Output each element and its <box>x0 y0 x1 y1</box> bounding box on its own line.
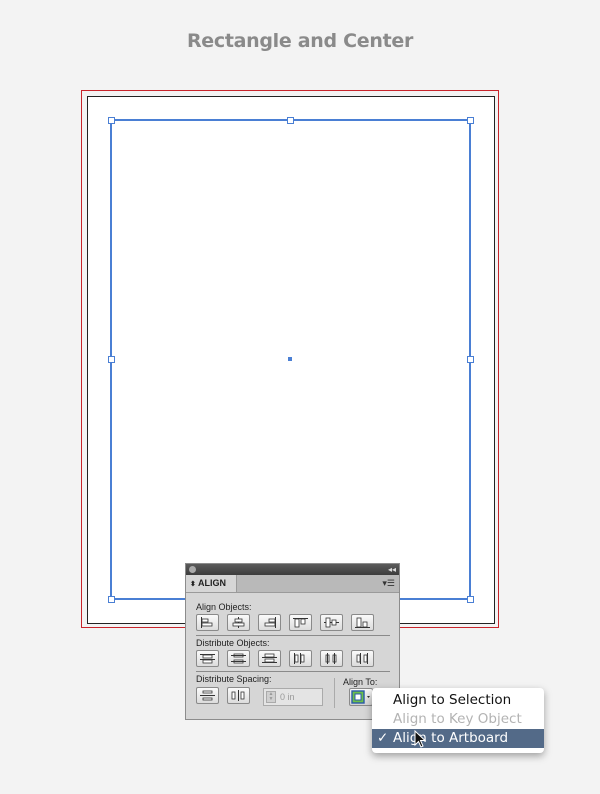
vertical-align-bottom-button[interactable] <box>351 614 374 631</box>
tab-arrows-icon: ⬍ <box>190 581 196 588</box>
vertical-distribute-bottom-icon <box>262 653 277 663</box>
vertical-distribute-space-icon <box>200 690 215 701</box>
menu-item-align-to-artboard[interactable]: ✓ Align to Artboard <box>372 729 544 748</box>
vertical-align-top-icon <box>293 618 308 628</box>
horizontal-distribute-space-icon <box>231 690 245 701</box>
resize-handle-top-center[interactable] <box>287 117 294 124</box>
horizontal-distribute-right-button[interactable] <box>351 650 374 667</box>
panel-menu-icon[interactable]: ▾☰ <box>382 579 395 588</box>
menu-item-label: Align to Artboard <box>393 730 509 746</box>
resize-handle-middle-left[interactable] <box>108 356 115 363</box>
horizontal-distribute-right-icon <box>356 653 368 664</box>
resize-handle-bottom-left[interactable] <box>108 596 115 603</box>
horizontal-distribute-left-button[interactable] <box>289 650 312 667</box>
menu-item-label: Align to Key Object <box>393 711 522 727</box>
collapse-icon[interactable]: ◂◂ <box>388 564 396 575</box>
distribute-objects-row <box>196 650 374 667</box>
vertical-align-center-button[interactable] <box>320 614 343 631</box>
resize-handle-bottom-right[interactable] <box>467 596 474 603</box>
stepper-arrows-icon[interactable]: ▲ ▼ <box>266 691 276 703</box>
vertical-distribute-center-icon <box>231 653 246 664</box>
horizontal-align-left-icon <box>201 617 213 628</box>
align-to-artboard-button[interactable] <box>349 688 373 706</box>
panel-tab-strip: ⬍ ALIGN ▾☰ <box>186 575 399 593</box>
divider <box>196 635 390 636</box>
spacing-value: 0 in <box>280 692 295 702</box>
panel-titlebar[interactable]: ◂◂ <box>186 564 399 575</box>
horizontal-align-left-button[interactable] <box>196 614 219 631</box>
center-point <box>288 357 292 361</box>
horizontal-distribute-center-icon <box>325 653 337 664</box>
close-icon[interactable] <box>189 566 196 573</box>
vertical-align-center-icon <box>324 617 339 628</box>
align-objects-row <box>196 614 374 631</box>
resize-handle-top-left[interactable] <box>108 117 115 124</box>
distribute-objects-label: Distribute Objects: <box>196 638 270 648</box>
horizontal-distribute-center-button[interactable] <box>320 650 343 667</box>
vertical-divider <box>334 678 335 708</box>
resize-handle-middle-right[interactable] <box>467 356 474 363</box>
align-to-label: Align To: <box>343 677 378 687</box>
page-title: Rectangle and Center <box>186 30 414 52</box>
checkmark-icon: ✓ <box>377 730 389 746</box>
tab-align[interactable]: ⬍ ALIGN <box>186 575 238 592</box>
divider <box>196 671 390 672</box>
distribute-spacing-label: Distribute Spacing: <box>196 674 272 684</box>
horizontal-align-center-button[interactable] <box>227 614 250 631</box>
menu-item-label: Align to Selection <box>393 692 512 708</box>
align-panel: ◂◂ ⬍ ALIGN ▾☰ Align Objects: Distribute … <box>185 563 400 720</box>
align-to-dropdown-menu: Align to Selection Align to Key Object ✓… <box>372 688 544 753</box>
resize-handle-top-right[interactable] <box>467 117 474 124</box>
vertical-align-bottom-icon <box>355 617 370 628</box>
distribute-spacing-row <box>196 687 250 704</box>
horizontal-align-right-icon <box>264 617 276 628</box>
vertical-distribute-top-button[interactable] <box>196 650 219 667</box>
align-objects-label: Align Objects: <box>196 602 252 612</box>
vertical-align-top-button[interactable] <box>289 614 312 631</box>
vertical-distribute-center-button[interactable] <box>227 650 250 667</box>
horizontal-distribute-left-icon <box>294 653 305 664</box>
vertical-distribute-space-button[interactable] <box>196 687 219 704</box>
align-to-artboard-icon <box>351 690 370 704</box>
spacing-value-field[interactable]: ▲ ▼ 0 in <box>263 688 323 706</box>
menu-item-align-to-key-object: Align to Key Object <box>372 710 544 729</box>
tab-align-label: ALIGN <box>198 578 227 588</box>
horizontal-distribute-space-button[interactable] <box>227 687 250 704</box>
horizontal-align-right-button[interactable] <box>258 614 281 631</box>
vertical-distribute-top-icon <box>200 654 215 664</box>
vertical-distribute-bottom-button[interactable] <box>258 650 281 667</box>
menu-item-align-to-selection[interactable]: Align to Selection <box>372 691 544 710</box>
mouse-cursor-icon <box>414 730 427 748</box>
horizontal-align-center-icon <box>232 617 245 628</box>
